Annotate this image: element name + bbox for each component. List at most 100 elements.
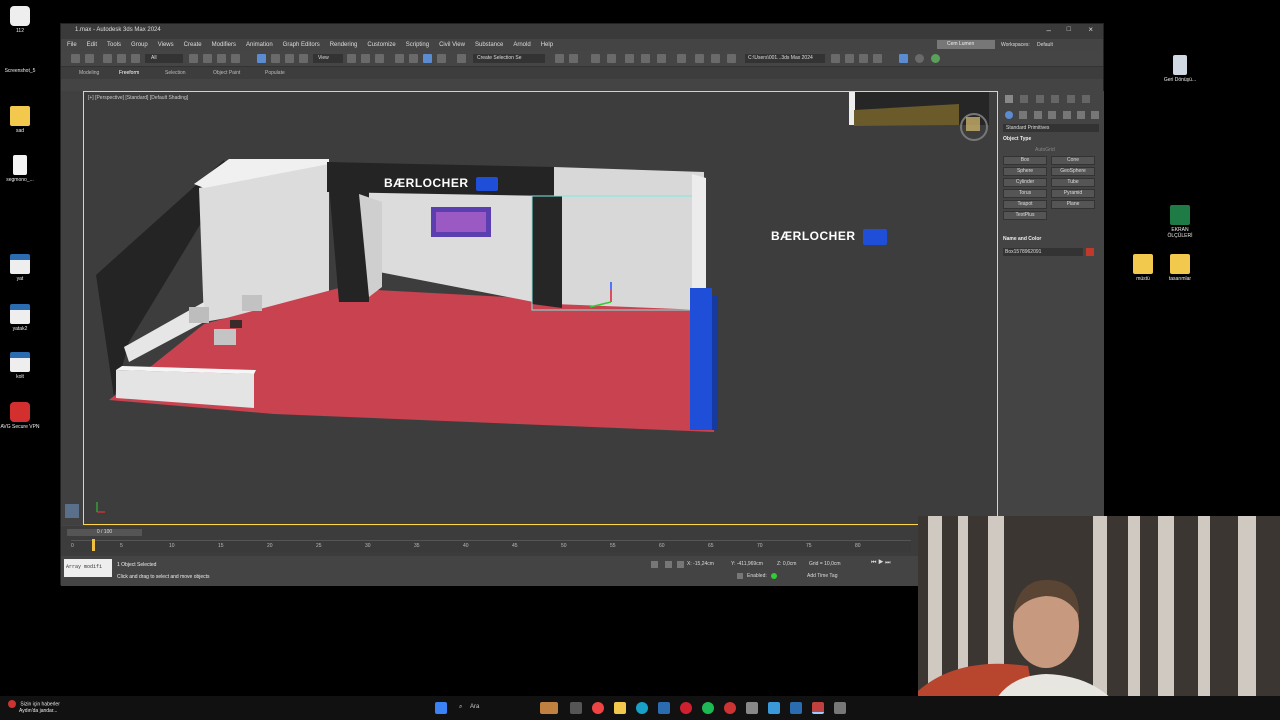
create-tab-icon[interactable] <box>1005 95 1013 103</box>
menu-create[interactable]: Create <box>184 42 202 48</box>
select-by-name-icon[interactable] <box>203 54 212 63</box>
systems-icon[interactable] <box>1091 111 1100 119</box>
hierarchy-tab-icon[interactable] <box>1035 95 1044 103</box>
select-object-icon[interactable] <box>189 54 198 63</box>
menu-views[interactable]: Views <box>158 42 174 48</box>
object-color-swatch[interactable] <box>1086 248 1094 256</box>
widgets-icon[interactable] <box>540 702 558 714</box>
modify-tab-icon[interactable] <box>1020 95 1029 103</box>
ribbon-tab-object-paint[interactable]: Object Paint <box>213 70 240 76</box>
edge-icon[interactable] <box>636 702 648 714</box>
go-to-end-icon[interactable]: ⏭ <box>885 560 890 566</box>
display-tab-icon[interactable] <box>1066 95 1075 103</box>
news-widget[interactable]: Sizin için haberler Aydın'da jandar... <box>8 700 60 715</box>
reference-coordinate-select[interactable]: View <box>313 54 343 63</box>
keyboard-shortcut-override-icon[interactable] <box>375 54 384 63</box>
curve-editor-icon[interactable] <box>641 54 650 63</box>
object-name-field[interactable]: Box1578962091 <box>1003 248 1083 256</box>
play-icon[interactable]: ▶ <box>878 560 883 566</box>
enabled-toggle[interactable] <box>771 573 777 579</box>
spinner-snap-icon[interactable] <box>437 54 446 63</box>
geosphere-button[interactable]: GeoSphere <box>1051 167 1095 176</box>
z-coordinate[interactable]: Z: 0,0cm <box>777 561 796 567</box>
go-to-start-icon[interactable]: ⏮ <box>871 560 876 566</box>
maxscript-listener[interactable]: Array modifi <box>64 559 112 577</box>
redo-icon[interactable] <box>85 54 94 63</box>
layer-explorer-icon[interactable] <box>607 54 616 63</box>
unlink-icon[interactable] <box>117 54 126 63</box>
autogrid-checkbox[interactable]: AutoGrid <box>1035 147 1055 153</box>
select-and-scale-icon[interactable] <box>285 54 294 63</box>
render-setup-icon[interactable] <box>695 54 704 63</box>
material-editor-icon[interactable] <box>677 54 686 63</box>
schematic-view-icon[interactable] <box>657 54 666 63</box>
cone-button[interactable]: Cone <box>1051 156 1095 165</box>
x-coordinate[interactable]: X: -15,24cm <box>687 561 714 567</box>
chrome-icon[interactable] <box>592 702 604 714</box>
ribbon-tab-populate[interactable]: Populate <box>265 70 285 76</box>
open-file-icon[interactable] <box>845 54 854 63</box>
app-icon[interactable] <box>746 702 758 714</box>
desktop-icon-segmono[interactable]: segmono_... <box>0 155 40 183</box>
bind-spacewarp-icon[interactable] <box>131 54 140 63</box>
motion-tab-icon[interactable] <box>1051 95 1060 103</box>
menu-group[interactable]: Group <box>131 42 148 48</box>
undo-icon[interactable] <box>71 54 80 63</box>
spacewarps-icon[interactable] <box>1076 111 1085 119</box>
link-asset-icon[interactable] <box>873 54 882 63</box>
user-account[interactable]: Cem Lumen <box>937 40 995 49</box>
project-path-select[interactable]: C:\Users\001...3ds Max 2024 <box>745 54 825 63</box>
app-icon[interactable] <box>834 702 846 714</box>
task-view-icon[interactable] <box>570 702 582 714</box>
ribbon-tab-selection[interactable]: Selection <box>165 70 186 76</box>
cylinder-button[interactable]: Cylinder <box>1003 178 1047 187</box>
start-button-icon[interactable] <box>435 702 447 714</box>
tube-button[interactable]: Tube <box>1051 178 1095 187</box>
ribbon-tab-freeform[interactable]: Freeform <box>119 70 139 76</box>
opera-icon[interactable] <box>680 702 692 714</box>
desktop-icon-tasarimlar[interactable]: tasarımlar <box>1160 254 1200 282</box>
select-and-place-icon[interactable] <box>299 54 308 63</box>
y-coordinate[interactable]: Y: -411,969cm <box>731 561 763 567</box>
perspective-viewport[interactable]: [+] [Perspective] [Standard] [Default Sh… <box>83 91 998 525</box>
menu-graph-editors[interactable]: Graph Editors <box>283 42 320 48</box>
menu-scripting[interactable]: Scripting <box>406 42 429 48</box>
taskbar-search[interactable]: ⌕ Ara <box>455 701 535 715</box>
select-and-rotate-icon[interactable] <box>271 54 280 63</box>
named-selection-sets-select[interactable]: Create Selection Se <box>473 54 545 63</box>
rectangular-selection-icon[interactable] <box>217 54 226 63</box>
isolate-selection-icon[interactable] <box>651 561 658 568</box>
arnold-settings-icon[interactable] <box>931 54 940 63</box>
menu-customize[interactable]: Customize <box>367 42 395 48</box>
utilities-tab-icon[interactable] <box>1081 95 1090 103</box>
desktop-icon-112[interactable]: 112 <box>0 6 40 34</box>
link-icon[interactable] <box>103 54 112 63</box>
edit-named-selection-icon[interactable] <box>457 54 466 63</box>
desktop-icon-kolt[interactable]: kolt <box>0 352 40 380</box>
project-folder-icon[interactable] <box>831 54 840 63</box>
app-icon[interactable] <box>768 702 780 714</box>
render-production-icon[interactable] <box>727 54 736 63</box>
select-and-move-icon[interactable] <box>257 54 266 63</box>
rendered-frame-window-icon[interactable] <box>711 54 720 63</box>
desktop-icon-recycle-bin[interactable]: Geri Dönüşü... <box>1160 55 1200 83</box>
object-type-rollout-header[interactable]: Object Type <box>1003 136 1099 142</box>
save-file-icon[interactable] <box>859 54 868 63</box>
sphere-button[interactable]: Sphere <box>1003 167 1047 176</box>
app-icon[interactable] <box>724 702 736 714</box>
desktop-icon-yat[interactable]: yat <box>0 254 40 282</box>
store-icon[interactable] <box>658 702 670 714</box>
lights-icon[interactable] <box>1033 111 1042 119</box>
menu-edit[interactable]: Edit <box>87 42 97 48</box>
3dsmax-taskbar-icon[interactable] <box>812 702 824 714</box>
menu-arnold[interactable]: Arnold <box>513 42 530 48</box>
close-button[interactable]: × <box>1088 25 1093 34</box>
snaps-toggle-icon[interactable] <box>395 54 404 63</box>
align-icon[interactable] <box>569 54 578 63</box>
desktop-icon-mustu[interactable]: müstü <box>1123 254 1163 282</box>
primitives-dropdown[interactable]: Standard Primitives <box>1003 124 1099 132</box>
desktop-icon-yatak2[interactable]: yatak2 <box>0 304 40 332</box>
menu-civil-view[interactable]: Civil View <box>439 42 465 48</box>
viewport-nav-icon[interactable] <box>65 504 79 518</box>
viewport-layout-icon[interactable] <box>899 54 908 63</box>
